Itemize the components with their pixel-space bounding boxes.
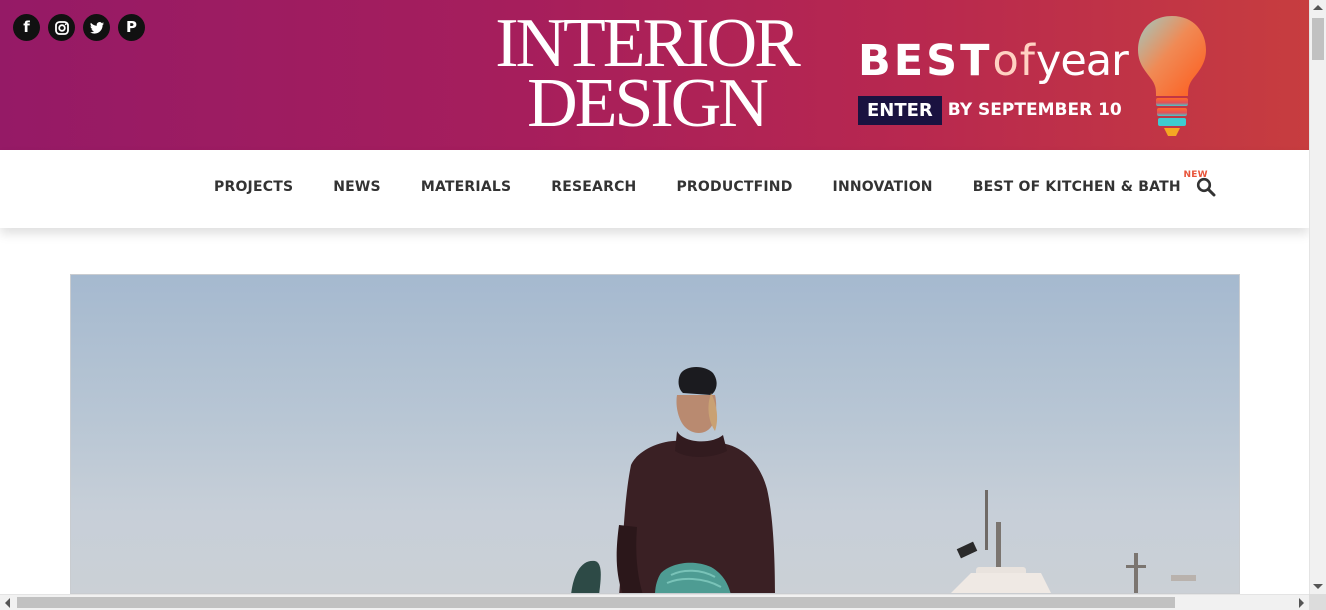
hero-photo xyxy=(571,367,1196,593)
nav-item-innovation[interactable]: INNOVATION xyxy=(833,179,933,195)
scrollbar-corner xyxy=(1309,594,1326,610)
search-icon[interactable] xyxy=(1196,177,1216,197)
pinterest-icon[interactable]: P xyxy=(118,14,145,41)
scroll-up-arrow-icon[interactable] xyxy=(1313,5,1323,10)
nav-item-news[interactable]: NEWS xyxy=(333,179,381,195)
boat-silhouette xyxy=(951,490,1196,593)
logo-line-2: DESIGN xyxy=(527,65,769,142)
person-figure xyxy=(571,367,775,593)
scroll-down-arrow-icon[interactable] xyxy=(1313,584,1323,589)
enter-button[interactable]: ENTER xyxy=(858,96,942,125)
hero-image[interactable] xyxy=(70,274,1240,594)
interior-design-logo[interactable]: INTERIOR DESIGN xyxy=(474,9,819,142)
scroll-left-arrow-icon[interactable] xyxy=(5,598,10,608)
nav-item-productfind[interactable]: PRODUCTFIND xyxy=(676,179,792,195)
promo-cta: ENTER BY SEPTEMBER 10 xyxy=(858,96,1128,125)
nav-item-best-of-kitchen-bath[interactable]: BEST OF KITCHEN & BATH NEW xyxy=(972,170,1208,195)
nav-item-label: BEST OF KITCHEN & BATH xyxy=(972,179,1181,195)
facebook-icon[interactable]: f xyxy=(13,14,40,41)
horizontal-scrollbar[interactable] xyxy=(0,594,1309,610)
nav-item-materials[interactable]: MATERIALS xyxy=(421,179,511,195)
scroll-right-arrow-icon[interactable] xyxy=(1299,598,1304,608)
main-nav: PROJECTS NEWS MATERIALS RESEARCH PRODUCT… xyxy=(0,150,1309,228)
social-links: f P xyxy=(13,14,145,41)
promo-deadline: BY SEPTEMBER 10 xyxy=(947,100,1122,120)
promo-of: of xyxy=(992,36,1036,86)
horizontal-scroll-thumb[interactable] xyxy=(17,597,1175,608)
best-of-year-promo[interactable]: BESTofyear ENTER BY SEPTEMBER 10 xyxy=(858,36,1129,125)
vertical-scroll-thumb[interactable] xyxy=(1312,18,1324,60)
header-banner: f P INTERIOR DESIGN BESTofyear ENTER BY … xyxy=(0,0,1309,150)
nav-item-research[interactable]: RESEARCH xyxy=(551,179,636,195)
page: f P INTERIOR DESIGN BESTofyear ENTER BY … xyxy=(0,0,1326,610)
promo-title: BESTofyear xyxy=(858,36,1129,86)
vertical-scrollbar[interactable] xyxy=(1309,0,1326,594)
promo-best: BEST xyxy=(858,36,993,86)
nav-item-projects[interactable]: PROJECTS xyxy=(214,179,293,195)
twitter-icon[interactable] xyxy=(83,14,110,41)
lightbulb-icon xyxy=(1138,16,1206,136)
instagram-icon[interactable] xyxy=(48,14,75,41)
promo-year: year xyxy=(1035,36,1129,86)
